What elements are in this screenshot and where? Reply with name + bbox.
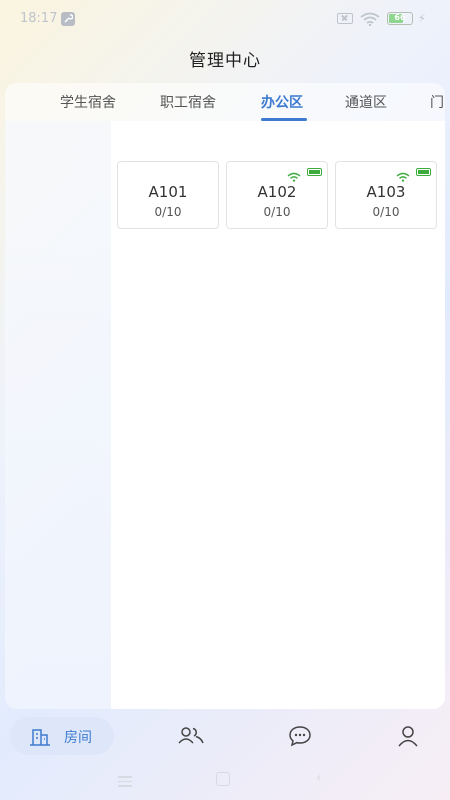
tab-student-dorm[interactable]: 学生宿舍: [60, 92, 116, 112]
wrench-icon: [61, 12, 75, 26]
room-grid: A101 0/10 A102 0/10 A103 0/10: [111, 121, 445, 709]
tab-corridor-area[interactable]: 通道区: [345, 92, 387, 112]
charging-icon: ⚡: [418, 12, 426, 25]
room-name: A102: [257, 183, 297, 201]
tab-office-area[interactable]: 办公区: [261, 92, 303, 112]
building-icon: [30, 729, 50, 746]
nav-rooms-label: 房间: [64, 730, 92, 746]
battery-icon: 66: [387, 12, 413, 25]
battery-icon: [307, 168, 322, 176]
room-card-a102[interactable]: A102 0/10: [226, 161, 328, 229]
battery-icon: [416, 168, 431, 176]
category-tabs: 学生宿舍 职工宿舍 办公区 通道区 门: [5, 83, 445, 121]
user-icon: [398, 726, 418, 747]
home-icon[interactable]: [216, 772, 230, 786]
battery-level: 66: [394, 13, 406, 22]
room-name: A103: [366, 183, 406, 201]
sim-off-icon: [337, 13, 353, 24]
menu-icon[interactable]: [118, 776, 132, 790]
room-occupancy: 0/10: [372, 205, 400, 219]
tab-staff-dorm[interactable]: 职工宿舍: [160, 92, 216, 112]
wifi-icon: [360, 11, 380, 30]
chat-icon: [289, 726, 311, 747]
nav-messages[interactable]: [288, 717, 312, 755]
room-card-a101[interactable]: A101 0/10: [117, 161, 219, 229]
side-list: [5, 121, 111, 709]
page-title: 管理中心: [189, 51, 261, 71]
status-time: 18:17: [20, 11, 58, 26]
nav-rooms[interactable]: 房间: [10, 717, 114, 755]
system-nav-bar: ‹: [0, 764, 450, 800]
room-name: A101: [148, 183, 188, 201]
tab-door[interactable]: 门: [430, 92, 444, 112]
nav-users[interactable]: [177, 717, 205, 755]
status-bar: 18:17 66 ⚡: [0, 0, 450, 38]
room-occupancy: 0/10: [263, 205, 291, 219]
room-card-a103[interactable]: A103 0/10: [335, 161, 437, 229]
main-panel: 学生宿舍 职工宿舍 办公区 通道区 门 A101 0/10 A102 0/10: [5, 83, 445, 709]
room-occupancy: 0/10: [154, 205, 182, 219]
back-icon[interactable]: ‹: [316, 770, 322, 786]
users-icon: [178, 727, 204, 744]
bottom-nav: 房间: [0, 712, 450, 764]
nav-profile[interactable]: [397, 717, 419, 755]
